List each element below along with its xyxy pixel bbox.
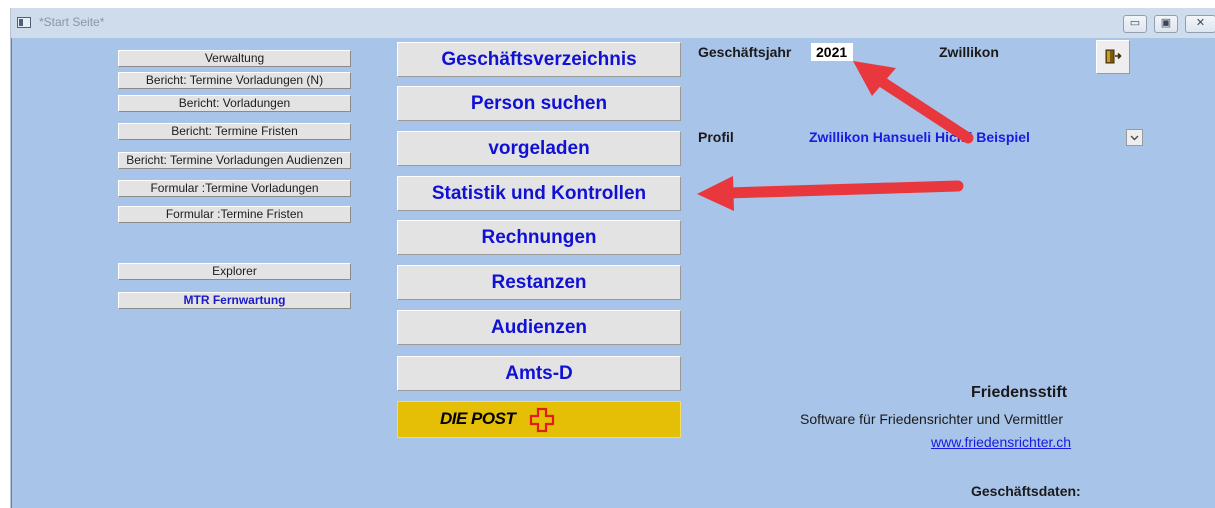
title-bar: *Start Seite* ▭ ▣ ✕ [11, 8, 1215, 38]
form-termine-fristen-button[interactable]: Formular :Termine Fristen [118, 206, 351, 223]
report-termine-vorladungen-n-button[interactable]: Bericht: Termine Vorladungen (N) [118, 72, 351, 89]
maximize-button[interactable]: ▣ [1154, 15, 1178, 33]
exit-door-icon [1105, 49, 1122, 64]
window-edge [11, 38, 12, 508]
person-suchen-button[interactable]: Person suchen [397, 86, 681, 121]
die-post-label: DIE POST [440, 409, 516, 428]
statistik-kontrollen-button[interactable]: Statistik und Kontrollen [397, 176, 681, 211]
amts-d-button[interactable]: Amts-D [397, 356, 681, 391]
report-termine-vorladungen-audienzen-button[interactable]: Bericht: Termine Vorladungen Audienzen [118, 152, 351, 169]
close-button[interactable]: ✕ [1185, 15, 1215, 33]
business-data-label: Geschäftsdaten: [971, 483, 1081, 499]
year-field[interactable]: 2021 [811, 43, 853, 61]
vorgeladen-button[interactable]: vorgeladen [397, 131, 681, 166]
exit-button[interactable] [1096, 40, 1130, 74]
chevron-down-icon [1130, 135, 1139, 141]
year-label: Geschäftsjahr [698, 44, 792, 60]
form-termine-vorladungen-button[interactable]: Formular :Termine Vorladungen [118, 180, 351, 197]
rechnungen-button[interactable]: Rechnungen [397, 220, 681, 255]
explorer-button[interactable]: Explorer [118, 263, 351, 280]
mtr-fernwartung-button[interactable]: MTR Fernwartung [118, 292, 351, 309]
report-termine-fristen-button[interactable]: Bericht: Termine Fristen [118, 123, 351, 140]
geschaeftsverzeichnis-button[interactable]: Geschäftsverzeichnis [397, 42, 681, 77]
app-icon [17, 17, 31, 28]
product-title: Friedensstift [971, 384, 1068, 401]
window-title: *Start Seite* [39, 15, 105, 29]
restanzen-button[interactable]: Restanzen [397, 265, 681, 300]
verwaltung-button[interactable]: Verwaltung [118, 50, 351, 67]
die-post-button[interactable]: DIE POST [397, 401, 681, 438]
report-vorladungen-button[interactable]: Bericht: Vorladungen [118, 95, 351, 112]
profile-value[interactable]: Zwillikon Hansueli Hickli Beispiel [809, 129, 1030, 145]
minimize-button[interactable]: ▭ [1123, 15, 1147, 33]
audienzen-button[interactable]: Audienzen [397, 310, 681, 345]
swiss-cross-icon [529, 407, 555, 433]
profile-label: Profil [698, 129, 734, 145]
location-label: Zwillikon [939, 44, 999, 60]
website-link[interactable]: www.friedensrichter.ch [931, 434, 1071, 450]
profile-dropdown-button[interactable] [1126, 129, 1143, 146]
product-subtitle: Software für Friedensrichter und Vermitt… [800, 411, 1063, 427]
